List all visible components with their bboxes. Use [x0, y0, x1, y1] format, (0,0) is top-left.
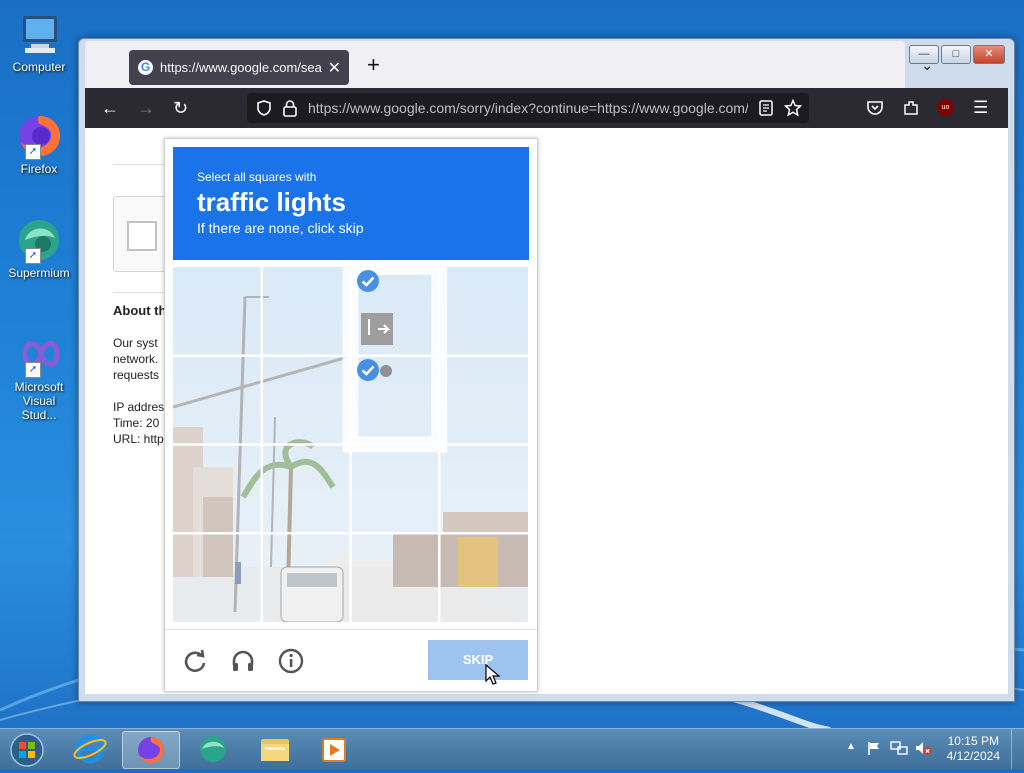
skip-button[interactable]: SKIP [428, 640, 528, 680]
desktop-icon-firefox[interactable]: ➚ Firefox [4, 112, 74, 176]
shortcut-arrow-icon: ➚ [25, 362, 41, 378]
tile-grid [173, 267, 528, 622]
file-explorer-icon [261, 739, 289, 761]
shortcut-arrow-icon: ➚ [25, 144, 41, 160]
desktop-icon-supermium[interactable]: ➚ Supermium [4, 216, 74, 280]
image-tile[interactable] [439, 533, 528, 622]
desktop-icon-label: Computer [12, 60, 66, 74]
action-center-flag-icon[interactable] [866, 740, 882, 756]
tab-title: https://www.google.com/search [160, 60, 322, 75]
extensions-icon[interactable] [902, 99, 920, 117]
volume-muted-icon[interactable] [914, 740, 932, 756]
list-all-tabs-icon[interactable]: ⌄ [921, 57, 933, 74]
desktop-icon-label: Supermium [8, 266, 70, 280]
image-tile[interactable] [173, 267, 262, 356]
reload-challenge-icon[interactable] [182, 648, 208, 674]
url-text: https://www.google.com/sorry/index?conti… [308, 100, 748, 116]
image-tile[interactable] [262, 267, 351, 356]
taskbar-supermium[interactable] [185, 731, 241, 767]
image-grid [173, 267, 528, 622]
internet-explorer-icon [73, 734, 107, 764]
text-line: Our syst [113, 336, 158, 350]
image-tile[interactable] [262, 533, 351, 622]
ublock-origin-icon[interactable]: uo [937, 99, 954, 116]
network-icon[interactable] [890, 740, 908, 756]
image-tile[interactable] [351, 533, 440, 622]
desktop-icon-computer[interactable]: Computer [4, 10, 74, 74]
info-icon[interactable] [278, 648, 304, 674]
time-label: Time: 20 [113, 416, 160, 430]
image-tile[interactable] [262, 356, 351, 445]
supermium-icon [200, 736, 226, 762]
back-icon[interactable]: ← [101, 97, 119, 119]
forward-icon[interactable]: → [137, 97, 155, 119]
desktop-icon-label: Firefox [20, 162, 58, 176]
firefox-icon: ➚ [15, 112, 63, 160]
about-heading: About th [113, 303, 167, 318]
about-text: Our syst network. requests IP addres Tim… [113, 335, 164, 447]
url-label: URL: http [113, 432, 164, 446]
show-hidden-icons-icon[interactable]: ▲ [846, 741, 856, 752]
tab-active[interactable]: G https://www.google.com/search ✕ [129, 50, 349, 85]
challenge-subtext: If there are none, click skip [197, 220, 364, 236]
lock-icon[interactable] [282, 99, 298, 117]
taskbar: ▲ 10:15 PM 4/12/2024 [0, 728, 1024, 769]
image-tile[interactable] [439, 356, 528, 445]
image-tile[interactable] [439, 267, 528, 356]
visual-studio-icon: ➚ [15, 330, 63, 378]
audio-challenge-icon[interactable] [230, 648, 256, 674]
mouse-cursor-icon [485, 664, 501, 685]
text-line: network. [113, 352, 159, 366]
recaptcha-challenge: Select all squares with traffic lights I… [164, 138, 538, 692]
menu-hamburger-icon[interactable]: ☰ [973, 97, 988, 119]
close-tab-icon[interactable]: ✕ [328, 58, 341, 78]
navigation-toolbar: ← → ↻ https://www.google.com/sorry/index… [85, 88, 1008, 128]
shortcut-arrow-icon: ➚ [25, 248, 41, 264]
desktop-icon-visual-studio[interactable]: ➚ Microsoft Visual Stud... [4, 330, 74, 422]
taskbar-internet-explorer[interactable] [62, 731, 118, 767]
image-tile[interactable] [351, 356, 440, 445]
image-tile[interactable] [173, 356, 262, 445]
maximize-button[interactable]: □ [941, 45, 971, 64]
close-window-button[interactable]: ✕ [973, 45, 1005, 64]
start-button[interactable] [2, 731, 52, 767]
show-desktop-button[interactable] [1011, 729, 1024, 769]
challenge-header: Select all squares with traffic lights I… [173, 147, 529, 260]
windows-start-orb-icon [10, 733, 44, 767]
recaptcha-checkbox[interactable] [127, 221, 157, 251]
shield-icon[interactable] [255, 99, 273, 117]
url-bar[interactable]: https://www.google.com/sorry/index?conti… [247, 93, 809, 123]
bookmark-star-icon[interactable] [784, 99, 802, 117]
taskbar-media-player[interactable] [306, 731, 362, 767]
firefox-icon [138, 737, 164, 763]
pocket-icon[interactable] [866, 99, 884, 117]
challenge-target: traffic lights [197, 187, 346, 217]
google-favicon-icon: G [138, 60, 153, 75]
tab-strip: G https://www.google.com/search ✕ + ⌄ [85, 41, 933, 88]
media-player-icon [322, 738, 346, 762]
image-tile[interactable] [351, 267, 440, 356]
clock-date: 4/12/2024 [946, 749, 1000, 763]
image-tile[interactable] [439, 445, 528, 534]
image-tile[interactable] [262, 445, 351, 534]
taskbar-file-explorer[interactable] [247, 731, 303, 767]
taskbar-firefox[interactable] [122, 731, 180, 769]
new-tab-button[interactable]: + [367, 54, 380, 76]
ip-address-label: IP addres [113, 400, 165, 414]
text-line: requests [113, 368, 160, 382]
challenge-footer: SKIP [165, 629, 537, 692]
challenge-instruction: Select all squares with [197, 170, 317, 184]
reader-view-icon[interactable] [758, 100, 774, 116]
image-tile[interactable] [173, 533, 262, 622]
clock-time: 10:15 PM [947, 734, 999, 748]
image-tile[interactable] [173, 445, 262, 534]
image-tile[interactable] [351, 445, 440, 534]
computer-icon [15, 10, 63, 58]
reload-icon[interactable]: ↻ [173, 97, 188, 119]
system-clock[interactable]: 10:15 PM 4/12/2024 [947, 734, 1000, 764]
supermium-icon: ➚ [15, 216, 63, 264]
desktop-icon-label: Microsoft Visual Stud... [14, 380, 64, 422]
